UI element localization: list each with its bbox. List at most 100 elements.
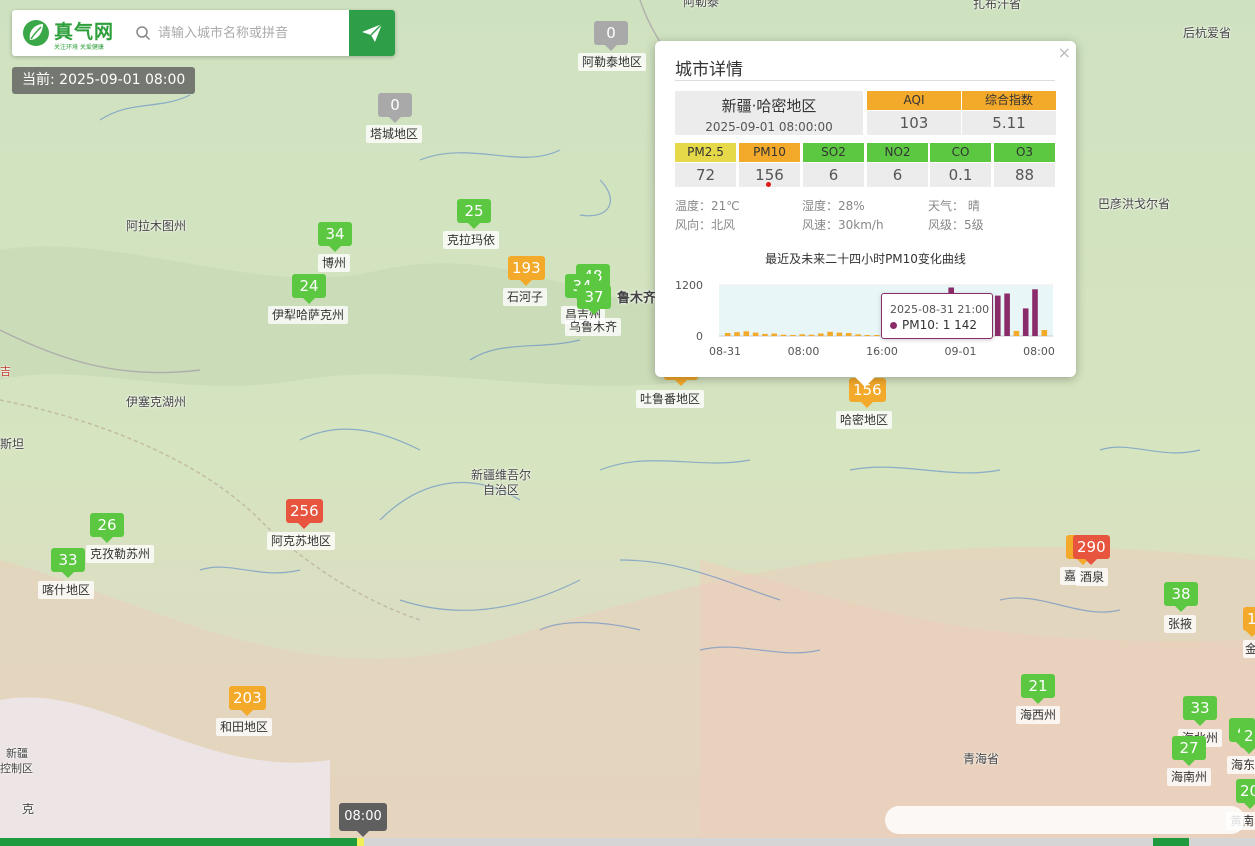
weather-wind-level: 风级：5级 [928,218,984,232]
place-label: 斯坦 [0,437,25,451]
search-input[interactable] [158,19,348,47]
city-label[interactable]: 克拉玛依 [443,231,500,249]
pollutant-value: 72 [675,163,736,187]
chart-bar[interactable] [818,333,824,337]
aqi-marker[interactable]: 25 [457,199,491,229]
timeline-track[interactable] [0,838,1255,846]
pollutant-o3[interactable]: O3 88 [994,143,1055,187]
timeline-progress [0,838,359,846]
chart-bar[interactable] [790,335,796,336]
chart-bar[interactable] [864,335,871,336]
aqi-marker[interactable]: 193 [508,256,545,286]
chart-bar[interactable] [855,334,861,336]
chart-bar[interactable] [734,332,740,336]
aqi-marker[interactable]: 33 [51,548,85,578]
aqi-marker[interactable]: 37 [577,285,611,315]
city-label[interactable]: 石河子 [503,288,548,306]
tooltip-time: 2025-08-31 21:00 [890,303,990,316]
chart-bar[interactable] [836,332,843,336]
timeline-segment [1153,838,1189,846]
aqi-marker[interactable]: 34 [318,222,352,252]
pollutant-pm10[interactable]: PM10 156 [739,143,800,187]
aqi-marker[interactable]: 2 [1240,724,1255,754]
pm10-chart[interactable]: 1200 0 08-31 08:00 16:00 09-01 08:00 [675,277,1060,362]
chart-bar[interactable] [799,334,805,336]
x-tick-label: 08:00 [788,345,820,358]
aqi-marker[interactable]: 33 [1183,696,1217,726]
search-button[interactable] [349,10,395,56]
chart-bar[interactable] [827,331,833,337]
aqi-marker[interactable]: 256 [286,499,323,529]
city-label[interactable]: 哈密地区 [836,411,893,429]
city-label[interactable]: 海南州 [1167,768,1212,786]
chart-bar[interactable] [780,334,787,336]
chart-bar[interactable] [1004,293,1010,337]
place-label: 鲁木齐 [617,291,657,306]
place-label: 吉 [0,365,11,378]
place-label: 巴彦洪戈尔省 [1098,197,1171,211]
chart-bar[interactable] [1013,330,1020,336]
city-label[interactable]: 乌鲁木齐 [565,318,622,336]
pollutant-co[interactable]: CO 0.1 [930,143,991,187]
aqi-marker[interactable]: 0 [378,93,412,123]
place-label: 阿勒泰 [683,0,720,9]
chart-bar[interactable] [1032,289,1038,337]
pollutant-value: 6 [867,163,928,187]
logo[interactable]: 真气网 关注环境 关爱健康 [20,16,132,52]
timeline-handle[interactable] [356,838,364,846]
city-label[interactable]: 吐鲁番地区 [636,390,705,408]
city-label[interactable]: 博州 [318,254,351,272]
aqi-marker[interactable]: 203 [229,686,266,716]
city-detail-popup: × 城市详情 新疆·哈密地区 2025-09-01 08:00:00 AQI 1… [655,41,1076,387]
aqi-marker[interactable]: 0 [594,21,628,51]
city-label[interactable]: 海西州 [1016,706,1061,724]
logo-name: 真气网 [54,21,115,43]
city-label[interactable]: 金 [1243,640,1255,658]
aqi-marker[interactable]: 21 [1021,674,1055,704]
chart-bar[interactable] [752,332,759,336]
weather-humidity: 湿度：28% [802,199,865,213]
x-tick-label: 08-31 [709,345,741,358]
city-label[interactable]: 海东 [1227,756,1255,774]
bottom-control-bar[interactable] [885,806,1245,834]
aqi-marker[interactable]: 290 [1073,535,1110,565]
city-label[interactable]: 喀什地区 [38,581,95,599]
aqi-marker[interactable]: 20 [1236,779,1255,809]
pollutant-name: CO [930,143,991,162]
city-label[interactable]: 阿克苏地区 [267,532,336,550]
pollutant-pm25[interactable]: PM2.5 72 [675,143,736,187]
chart-bar[interactable] [995,295,1001,336]
aqi-marker[interactable]: 1 [1243,607,1255,637]
aqi-marker[interactable]: 27 [1172,736,1206,766]
chart-bar[interactable] [1041,330,1048,336]
city-label[interactable]: 伊犁哈萨克州 [268,306,349,324]
chart-bar[interactable] [1022,308,1029,336]
city-label[interactable]: 克孜勒苏州 [86,545,155,563]
chart-bar[interactable] [873,335,880,336]
chart-bar[interactable] [771,333,777,337]
chart-bar[interactable] [762,333,768,336]
aqi-marker[interactable]: 24 [292,274,326,304]
pollutant-name: PM2.5 [675,143,736,162]
chart-bar[interactable] [743,331,750,336]
chart-bar[interactable] [724,333,731,336]
chart-title: 最近及未来二十四小时PM10变化曲线 [765,252,966,266]
place-label: 伊塞克湖州 [126,395,187,409]
city-label[interactable]: 张掖 [1164,615,1197,633]
city-label[interactable]: 酒泉 [1076,568,1109,586]
aqi-marker[interactable]: 38 [1164,582,1198,612]
pollutant-no2[interactable]: NO2 6 [867,143,928,187]
chart-bar[interactable] [808,334,815,336]
city-name: 新疆·哈密地区 [721,97,817,115]
aqi-marker[interactable]: 26 [90,513,124,543]
weather-condition: 天气： 晴 [928,199,980,213]
popup-title: 城市详情 [675,60,743,80]
city-label[interactable]: 和田地区 [216,718,273,736]
pollutant-value: 6 [803,163,864,187]
city-label[interactable]: 塔城地区 [366,125,423,143]
city-label[interactable]: 阿勒泰地区 [578,53,647,71]
close-icon[interactable]: × [1058,43,1071,62]
pollutant-so2[interactable]: SO2 6 [803,143,864,187]
chart-tooltip: 2025-08-31 21:00 PM10: 1 142 [881,293,993,339]
chart-bar[interactable] [845,333,852,336]
